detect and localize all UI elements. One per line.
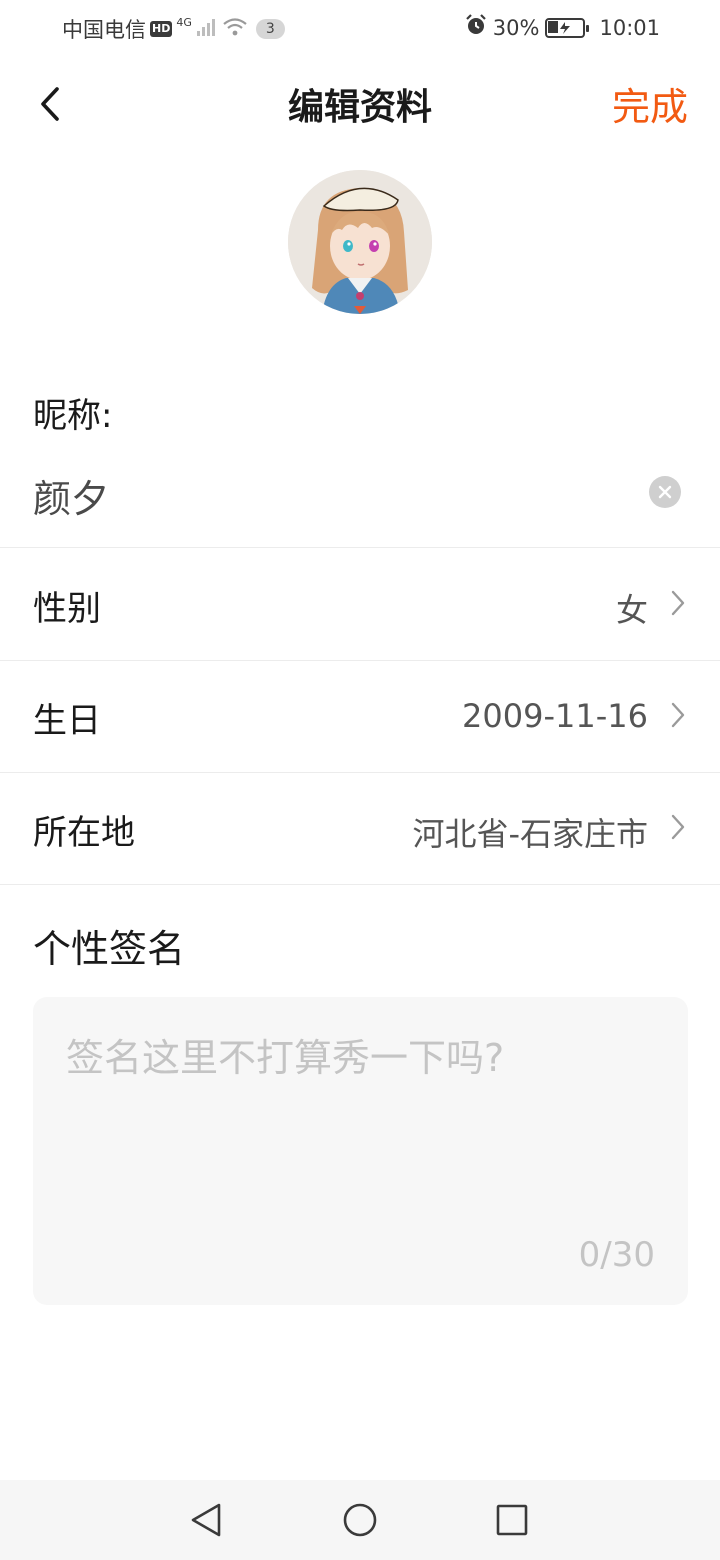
status-bar: 中国电信 HD 4G 3 30% 10:01 bbox=[0, 0, 720, 56]
avatar[interactable] bbox=[288, 170, 432, 314]
gender-value: 女 bbox=[615, 591, 648, 629]
gender-row[interactable]: 性别 女 bbox=[0, 549, 720, 661]
network-type: 4G bbox=[176, 15, 192, 29]
nickname-field[interactable]: 颜夕 bbox=[0, 452, 720, 548]
signature-label: 个性签名 bbox=[33, 927, 186, 971]
birthday-label: 生日 bbox=[33, 701, 101, 741]
edit-profile-screen: 中国电信 HD 4G 3 30% 10:01 编辑资料 完成 昵称: 颜夕 性别… bbox=[0, 0, 720, 1560]
clock: 10:01 bbox=[599, 15, 660, 40]
hd-badge: HD bbox=[150, 21, 173, 37]
system-nav-bar bbox=[0, 1480, 720, 1560]
home-circle-icon bbox=[343, 1503, 377, 1537]
gender-label: 性别 bbox=[33, 589, 101, 629]
location-label: 所在地 bbox=[33, 813, 135, 853]
status-right: 30% 10:01 bbox=[465, 14, 660, 41]
wifi-icon bbox=[222, 17, 248, 42]
app-header: 编辑资料 完成 bbox=[0, 56, 720, 152]
location-value: 河北省-石家庄市 bbox=[412, 815, 648, 853]
birthday-row[interactable]: 生日 2009-11-16 bbox=[0, 661, 720, 773]
signature-placeholder: 签名这里不打算秀一下吗? bbox=[66, 1036, 505, 1080]
nickname-label: 昵称: bbox=[33, 396, 113, 436]
signature-char-count: 0/30 bbox=[578, 1235, 655, 1275]
notification-count-badge: 3 bbox=[255, 19, 285, 39]
clear-button[interactable] bbox=[649, 476, 681, 508]
nav-home-button[interactable] bbox=[340, 1500, 380, 1540]
back-triangle-icon bbox=[191, 1503, 221, 1537]
signal-icon bbox=[196, 17, 218, 42]
status-left: 中国电信 HD 4G 3 bbox=[62, 14, 285, 44]
battery-charging-icon bbox=[545, 17, 590, 38]
avatar-illustration bbox=[288, 170, 432, 314]
battery-percent: 30% bbox=[492, 15, 540, 40]
chevron-right-icon bbox=[671, 702, 685, 728]
nav-recents-button[interactable] bbox=[492, 1500, 532, 1540]
close-icon bbox=[658, 485, 672, 499]
recents-square-icon bbox=[496, 1504, 528, 1536]
nav-back-button[interactable] bbox=[186, 1500, 226, 1540]
done-button[interactable]: 完成 bbox=[612, 76, 688, 131]
location-row[interactable]: 所在地 河北省-石家庄市 bbox=[0, 773, 720, 885]
alarm-icon bbox=[465, 14, 487, 41]
birthday-value: 2009-11-16 bbox=[462, 697, 648, 735]
nickname-input[interactable]: 颜夕 bbox=[33, 468, 109, 523]
chevron-right-icon bbox=[671, 814, 685, 840]
chevron-right-icon bbox=[671, 590, 685, 616]
signature-textarea[interactable]: 签名这里不打算秀一下吗? 0/30 bbox=[33, 997, 688, 1305]
carrier-label: 中国电信 bbox=[62, 18, 146, 42]
